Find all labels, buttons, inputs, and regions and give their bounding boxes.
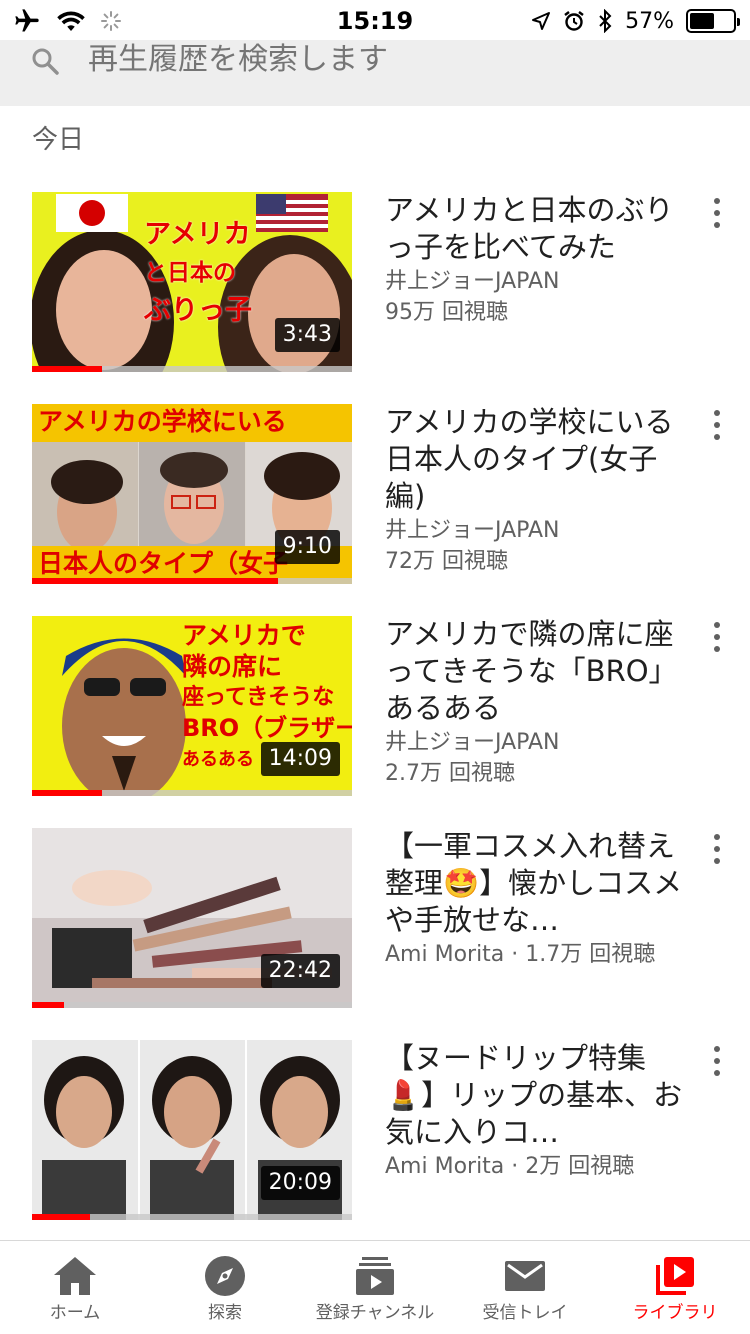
video-title[interactable]: 【ヌードリップ特集💄】リップの基本、お気に入りコ…: [385, 1040, 685, 1151]
nav-label: 受信トレイ: [482, 1303, 568, 1323]
watch-progress-bar: [32, 790, 352, 796]
watch-progress-bar: [32, 366, 352, 372]
video-views: 95万 回視聴: [385, 300, 508, 325]
nav-label: ライブラリ: [632, 1303, 718, 1323]
video-channel-views: Ami Morita · 2万 回視聴: [385, 1154, 635, 1179]
battery-icon: [686, 9, 740, 33]
status-bar: 15:19 57%: [0, 0, 750, 40]
video-thumbnail[interactable]: アメリカで 隣の席に 座ってきそうな BRO（ブラザー） あるある 14:09: [32, 616, 352, 796]
video-channel: 井上ジョーJAPAN: [385, 269, 560, 294]
nav-home[interactable]: ホーム: [0, 1241, 150, 1334]
video-views: 72万 回視聴: [385, 549, 508, 574]
video-item[interactable]: アメリカ と日本の ぶりっ子 3:43 アメリカと日本のぶりっ子を比べてみた 井…: [0, 192, 750, 372]
video-channel: 井上ジョーJAPAN: [385, 518, 560, 543]
history-search-bar[interactable]: [0, 40, 750, 106]
battery-percent: 57%: [625, 8, 674, 34]
thumbnail-caption: アメリカの学校にいる: [38, 407, 287, 436]
status-right: 57%: [531, 6, 740, 36]
video-duration: 22:42: [260, 954, 340, 988]
video-meta[interactable]: 【ヌードリップ特集💄】リップの基本、お気に入りコ… Ami Morita · 2…: [385, 1040, 685, 1182]
video-item[interactable]: アメリカの学校にいる 日本人のタイプ（女子 9:10 アメリカの学校にいる日本人…: [0, 404, 750, 584]
video-duration: 9:10: [274, 530, 340, 564]
compass-icon[interactable]: [202, 1253, 248, 1299]
search-input[interactable]: [88, 40, 708, 80]
video-item[interactable]: 22:42 【一軍コスメ入れ替え整理🤩】懐かしコスメや手放せな… Ami Mor…: [0, 828, 750, 1008]
video-title[interactable]: アメリカの学校にいる日本人のタイプ(女子編): [385, 404, 685, 515]
more-options-icon[interactable]: [702, 408, 732, 442]
video-thumbnail[interactable]: アメリカの学校にいる 日本人のタイプ（女子 9:10: [32, 404, 352, 584]
more-options-icon[interactable]: [702, 620, 732, 654]
more-options-icon[interactable]: [702, 832, 732, 866]
search-icon[interactable]: [30, 46, 60, 76]
bottom-navigation: ホーム 探索 登録チャンネル 受信トレイ ライブラリ: [0, 1240, 750, 1334]
video-meta[interactable]: アメリカの学校にいる日本人のタイプ(女子編) 井上ジョーJAPAN 72万 回視…: [385, 404, 685, 577]
video-thumbnail[interactable]: 20:09: [32, 1040, 352, 1220]
video-item[interactable]: アメリカで 隣の席に 座ってきそうな BRO（ブラザー） あるある 14:09 …: [0, 616, 750, 796]
video-duration: 20:09: [260, 1166, 340, 1200]
video-title[interactable]: アメリカと日本のぶりっ子を比べてみた: [385, 192, 685, 266]
video-meta[interactable]: 【一軍コスメ入れ替え整理🤩】懐かしコスメや手放せな… Ami Morita · …: [385, 828, 685, 970]
video-title[interactable]: アメリカで隣の席に座ってきそうな「BRO」あるある: [385, 616, 685, 727]
video-duration: 14:09: [260, 742, 340, 776]
video-channel-views: Ami Morita · 1.7万 回視聴: [385, 942, 656, 967]
nav-library[interactable]: ライブラリ: [600, 1241, 750, 1334]
nav-subscriptions[interactable]: 登録チャンネル: [300, 1241, 450, 1334]
thumbnail-caption: 日本人のタイプ（女子: [38, 549, 289, 578]
watch-progress-bar: [32, 1214, 352, 1220]
more-options-icon[interactable]: [702, 1044, 732, 1078]
video-thumbnail[interactable]: アメリカ と日本の ぶりっ子 3:43: [32, 192, 352, 372]
library-icon[interactable]: [652, 1253, 698, 1299]
video-meta[interactable]: アメリカで隣の席に座ってきそうな「BRO」あるある 井上ジョーJAPAN 2.7…: [385, 616, 685, 789]
bluetooth-icon: [599, 9, 612, 33]
subscriptions-icon[interactable]: [352, 1253, 398, 1299]
video-item[interactable]: 20:09 【ヌードリップ特集💄】リップの基本、お気に入りコ… Ami Mori…: [0, 1040, 750, 1220]
battery-level: [690, 13, 714, 29]
nav-label: ホーム: [49, 1303, 101, 1323]
thumbnail-caption: アメリカ と日本の ぶりっ子: [144, 219, 252, 326]
video-thumbnail[interactable]: 22:42: [32, 828, 352, 1008]
video-views: 2.7万 回視聴: [385, 761, 515, 786]
video-meta[interactable]: アメリカと日本のぶりっ子を比べてみた 井上ジョーJAPAN 95万 回視聴: [385, 192, 685, 328]
video-title[interactable]: 【一軍コスメ入れ替え整理🤩】懐かしコスメや手放せな…: [385, 828, 685, 939]
nav-explore[interactable]: 探索: [150, 1241, 300, 1334]
nav-label: 探索: [208, 1303, 242, 1323]
more-options-icon[interactable]: [702, 196, 732, 230]
nav-label: 登録チャンネル: [315, 1303, 435, 1323]
watch-progress-bar: [32, 578, 352, 584]
section-label-today: 今日: [32, 125, 85, 155]
location-arrow-icon: [532, 12, 551, 30]
video-duration: 3:43: [274, 318, 340, 352]
inbox-icon[interactable]: [502, 1253, 548, 1299]
home-icon[interactable]: [52, 1253, 98, 1299]
alarm-clock-icon: [564, 11, 584, 31]
nav-inbox[interactable]: 受信トレイ: [450, 1241, 600, 1334]
watch-progress-bar: [32, 1002, 352, 1008]
video-channel: 井上ジョーJAPAN: [385, 730, 560, 755]
